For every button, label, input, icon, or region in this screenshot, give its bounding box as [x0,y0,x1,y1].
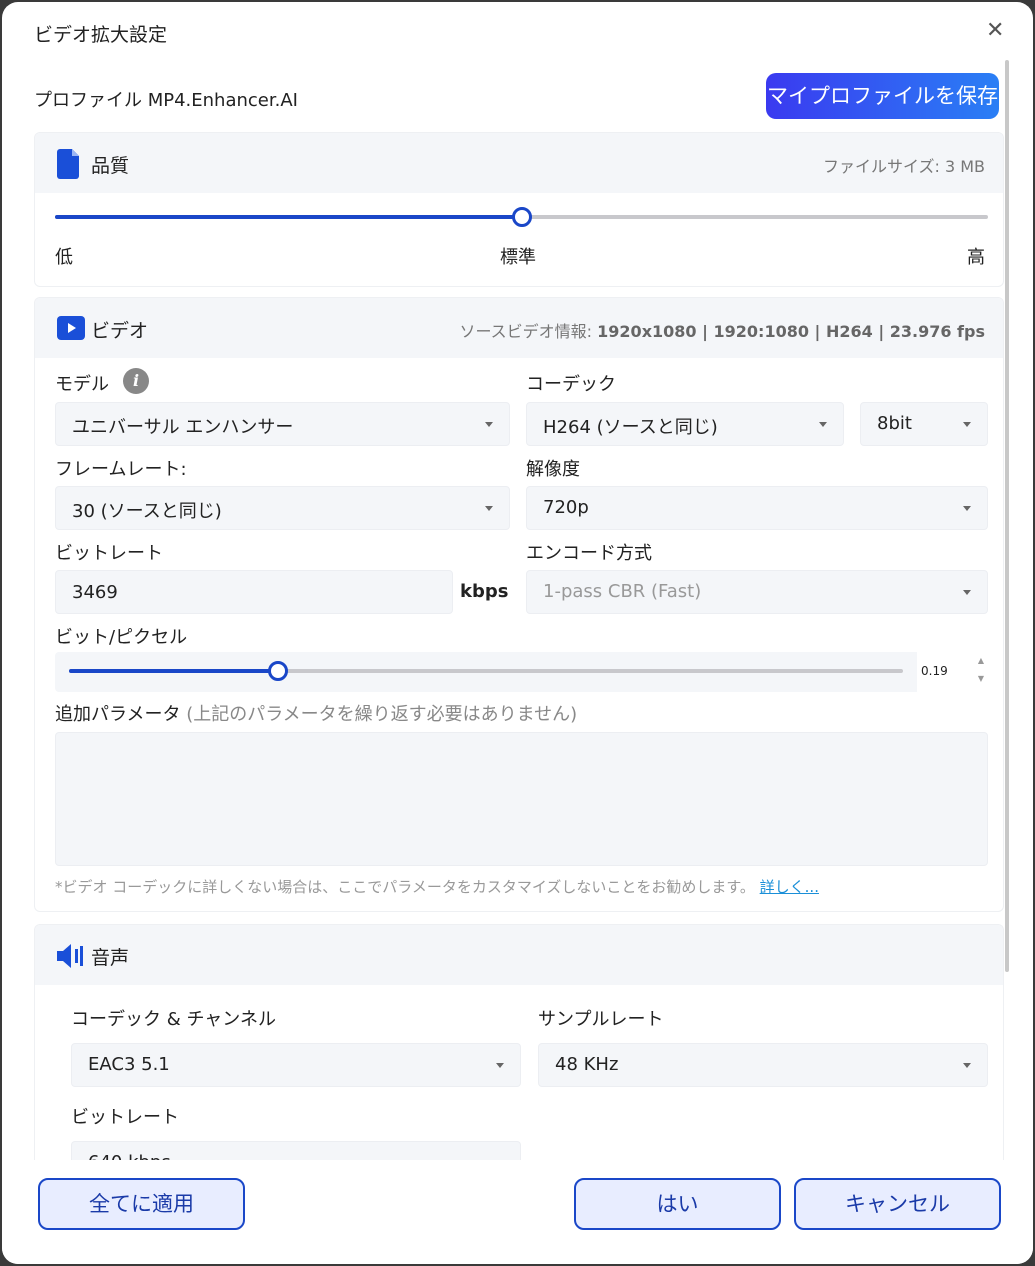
codec-note: *ビデオ コーデックに詳しくない場合は、ここでパラメータをカスタマイズしないこと… [55,878,755,896]
bpp-slider-row: 0.19 ▲ ▼ [55,652,988,692]
samplerate-select[interactable]: 48 KHz [538,1043,988,1087]
framerate-label: フレームレート: [55,459,187,480]
cancel-button[interactable]: キャンセル [794,1178,1001,1230]
quality-standard-label: 標準 [500,247,536,268]
info-icon[interactable]: i [123,368,149,394]
resolution-select[interactable]: 720p [526,486,988,530]
profile-label: プロファイル MP4.Enhancer.AI [34,90,298,111]
bitdepth-select[interactable]: 8bit [860,402,988,446]
quality-title: 品質 [91,155,130,177]
dialog-title: ビデオ拡大設定 [34,24,168,46]
encode-select: 1-pass CBR (Fast) [526,570,988,614]
spin-down-icon[interactable]: ▼ [978,674,984,683]
bpp-slider-handle[interactable] [267,661,288,681]
apply-all-button[interactable]: 全てに適用 [38,1178,245,1230]
bitrate-input[interactable] [55,570,453,614]
quality-high-label: 高 [967,247,985,268]
learn-more-link[interactable]: 詳しく... [760,878,819,896]
bpp-slider[interactable] [69,661,903,681]
audio-bitrate-label: ビットレート [71,1107,179,1128]
quality-low-label: 低 [55,247,73,268]
resolution-label: 解像度 [526,459,580,480]
quality-slider-handle[interactable] [511,207,532,227]
model-label: モデル [55,374,109,395]
bpp-label: ビット/ピクセル [55,627,188,648]
extra-params-hint: (上記のパラメータを繰り返す必要はありません) [186,704,578,725]
audio-section: 音声 コーデック & チャンネル EAC3 5.1 サンプルレート 48 KHz… [34,924,1004,1184]
video-title: ビデオ [91,320,149,342]
video-settings-dialog: ビデオ拡大設定 ✕ プロファイル MP4.Enhancer.AI マイプロファイ… [2,2,1033,1264]
samplerate-label: サンプルレート [538,1009,664,1030]
video-section: ビデオ ソースビデオ情報: 1920x1080 | 1920:1080 | H2… [34,297,1004,912]
speaker-icon [57,944,83,968]
audio-title: 音声 [91,947,130,969]
audio-codec-select[interactable]: EAC3 5.1 [71,1043,521,1087]
close-icon[interactable]: ✕ [986,18,1004,43]
bitrate-unit: kbps [460,581,509,602]
bitrate-label: ビットレート [55,543,163,564]
encode-label: エンコード方式 [526,543,652,564]
source-info: 1920x1080 | 1920:1080 | H264 | 23.976 fp… [597,322,985,341]
bpp-value: 0.19 [921,664,948,678]
codec-select[interactable]: H264 (ソースと同じ) [526,402,844,446]
play-icon [57,316,85,340]
source-info-label: ソースビデオ情報: [459,322,598,341]
quality-section: 品質 ファイルサイズ: 3 MB 低 標準 高 [34,132,1004,287]
save-profile-button[interactable]: マイプロファイルを保存 [766,73,999,119]
document-icon [57,149,79,179]
file-size: ファイルサイズ: 3 MB [822,157,985,176]
yes-button[interactable]: はい [574,1178,781,1230]
quality-slider-fill [55,215,522,219]
framerate-select[interactable]: 30 (ソースと同じ) [55,486,510,530]
codec-label: コーデック [526,374,616,395]
model-select[interactable]: ユニバーサル エンハンサー [55,402,510,446]
extra-params-input[interactable] [55,732,988,866]
scrollbar[interactable] [1005,60,1009,972]
extra-params-label: 追加パラメータ [55,704,181,725]
quality-slider[interactable] [55,207,988,227]
audio-codec-label: コーデック & チャンネル [71,1009,276,1030]
spin-up-icon[interactable]: ▲ [978,656,984,665]
bpp-spinbox[interactable]: 0.19 ▲ ▼ [917,652,988,692]
bpp-slider-fill [69,669,278,673]
